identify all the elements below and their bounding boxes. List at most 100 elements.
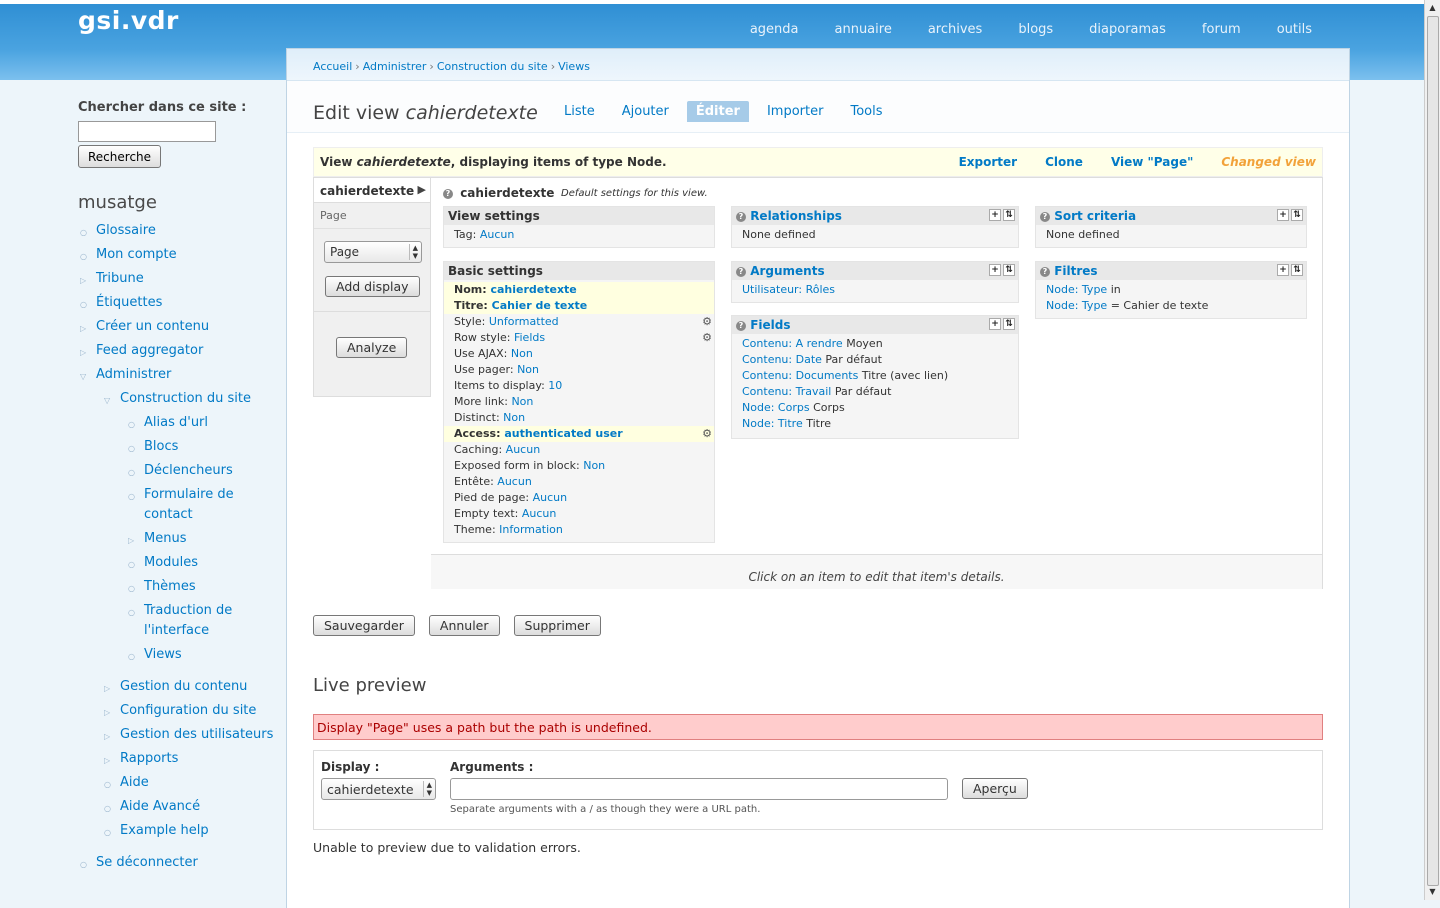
display-type-select[interactable]: Page ▲ ▼ [324, 241, 422, 263]
sidebar-item-link[interactable]: ○ Modules [126, 551, 283, 575]
fields-row[interactable]: Contenu: Documents Titre (avec lien) [732, 368, 1018, 384]
export-link[interactable]: Exporter [959, 155, 1017, 169]
setting-value-link[interactable]: Non [583, 459, 605, 472]
sidebar-item-link[interactable]: ○ Formulaire de contact [126, 483, 283, 527]
fields-field-link[interactable]: Date [796, 353, 822, 366]
search-input[interactable] [78, 121, 216, 142]
sidebar-item-link[interactable]: ○ Thèmes [126, 575, 283, 599]
fields-group-link[interactable]: Contenu: [742, 369, 792, 382]
tab-0[interactable]: Liste [555, 101, 604, 122]
sidebar-item-link[interactable]: ○ Étiquettes [78, 291, 283, 315]
sidebar-item-link[interactable]: ▷ Gestion du contenu [102, 675, 283, 699]
filters-header[interactable]: ? Filtres + ⇅ [1036, 262, 1306, 280]
filters-field-link[interactable]: Type [1082, 283, 1107, 296]
setting-value-link[interactable]: Non [517, 363, 539, 376]
tab-2[interactable]: Éditer [686, 101, 749, 122]
fields-row[interactable]: Node: Titre Titre [732, 416, 1018, 432]
sidebar-item-link[interactable]: ○ Aide [102, 771, 283, 795]
sidebar-item-link[interactable]: ○ Views [126, 643, 283, 667]
setting-value-link[interactable]: 10 [548, 379, 562, 392]
argument-link[interactable]: Utilisateur: Rôles [742, 283, 835, 296]
relationships-header[interactable]: ? Relationships + ⇅ [732, 207, 1018, 225]
add-icon[interactable]: + [989, 264, 1001, 276]
primary-link-forum[interactable]: forum [1184, 22, 1259, 37]
basic-setting-row[interactable]: Row style: Fields ⚙ [444, 330, 714, 346]
add-icon[interactable]: + [989, 209, 1001, 221]
view-settings-tag-row[interactable]: Tag: Aucun [444, 227, 714, 243]
setting-value-link[interactable]: Non [503, 411, 525, 424]
scroll-down-icon[interactable]: ▼ [1427, 886, 1438, 897]
tag-value-link[interactable]: Aucun [480, 228, 515, 241]
sidebar-item-link[interactable]: ▷ Gestion des utilisateurs [102, 723, 283, 747]
setting-value-link[interactable]: Non [511, 347, 533, 360]
tab-1[interactable]: Ajouter [613, 101, 678, 122]
fields-row[interactable]: Node: Corps Corps [732, 400, 1018, 416]
basic-setting-row[interactable]: More link: Non [444, 394, 714, 410]
fields-row[interactable]: Contenu: Travail Par défaut [732, 384, 1018, 400]
setting-value-link[interactable]: Cahier de texte [492, 299, 588, 312]
scrollbar[interactable]: ▲ ▼ [1424, 0, 1440, 900]
search-button[interactable]: Recherche [78, 145, 162, 168]
sidebar-item-link[interactable]: ▽ Administrer [78, 363, 283, 387]
clone-link[interactable]: Clone [1045, 155, 1083, 169]
preview-button[interactable]: Aperçu [962, 778, 1028, 799]
fields-row[interactable]: Contenu: Date Par défaut [732, 352, 1018, 368]
rearrange-icon[interactable]: ⇅ [1003, 264, 1015, 276]
gear-icon[interactable]: ⚙ [702, 428, 712, 440]
tab-3[interactable]: Importer [758, 101, 833, 122]
help-icon[interactable]: ? [1040, 212, 1050, 222]
help-icon[interactable]: ? [736, 321, 746, 331]
site-name[interactable]: gsi.vdr [78, 6, 179, 35]
basic-setting-row[interactable]: Exposed form in block: Non [444, 458, 714, 474]
sidebar-item-link[interactable]: ▷ Créer un contenu [78, 315, 283, 339]
setting-value-link[interactable]: Information [499, 523, 563, 536]
sidebar-item-link[interactable]: ▷ Tribune [78, 267, 283, 291]
gear-icon[interactable]: ⚙ [702, 316, 712, 328]
sidebar-item-link[interactable]: ○ Se déconnecter [78, 851, 283, 875]
fields-group-link[interactable]: Contenu: [742, 385, 792, 398]
basic-setting-row[interactable]: Items to display: 10 [444, 378, 714, 394]
basic-setting-row[interactable]: Caching: Aucun [444, 442, 714, 458]
filters-row[interactable]: Node: Type in [1036, 282, 1306, 298]
sidebar-item-link[interactable]: ○ Blocs [126, 435, 283, 459]
sidebar-item-link[interactable]: ○ Glossaire [78, 219, 283, 243]
add-icon[interactable]: + [1277, 209, 1289, 221]
delete-button[interactable]: Supprimer [513, 615, 601, 636]
fields-field-link[interactable]: Titre [778, 417, 803, 430]
setting-value-link[interactable]: authenticated user [504, 427, 622, 440]
primary-link-diaporamas[interactable]: diaporamas [1071, 22, 1184, 37]
basic-setting-row[interactable]: Style: Unformatted ⚙ [444, 314, 714, 330]
breadcrumb-link[interactable]: Accueil [313, 60, 352, 73]
sidebar-item-link[interactable]: ▷ Menus [126, 527, 283, 551]
cancel-button[interactable]: Annuler [428, 615, 500, 636]
sidebar-item-link[interactable]: ○ Example help [102, 819, 283, 843]
fields-group-link[interactable]: Contenu: [742, 353, 792, 366]
setting-value-link[interactable]: Non [511, 395, 533, 408]
rearrange-icon[interactable]: ⇅ [1291, 209, 1303, 221]
sidebar-item-link[interactable]: ▽ Construction du site [102, 387, 283, 411]
setting-value-link[interactable]: Fields [514, 331, 545, 344]
help-icon[interactable]: ? [736, 267, 746, 277]
basic-setting-row[interactable]: Use AJAX: Non [444, 346, 714, 362]
primary-link-annuaire[interactable]: annuaire [817, 22, 910, 37]
sort-criteria-header[interactable]: ? Sort criteria + ⇅ [1036, 207, 1306, 225]
help-icon[interactable]: ? [736, 212, 746, 222]
setting-value-link[interactable]: cahierdetexte [490, 283, 576, 296]
sidebar-item-link[interactable]: ▷ Feed aggregator [78, 339, 283, 363]
add-icon[interactable]: + [1277, 264, 1289, 276]
fields-field-link[interactable]: Travail [796, 385, 832, 398]
basic-setting-row[interactable]: Entête: Aucun [444, 474, 714, 490]
fields-group-link[interactable]: Node: [742, 417, 774, 430]
basic-setting-row[interactable]: Titre: Cahier de texte [444, 298, 714, 314]
fields-field-link[interactable]: A rendre [796, 337, 843, 350]
add-display-button[interactable]: Add display [325, 276, 420, 297]
basic-setting-row[interactable]: Use pager: Non [444, 362, 714, 378]
rearrange-icon[interactable]: ⇅ [1003, 318, 1015, 330]
filters-row[interactable]: Node: Type = Cahier de texte [1036, 298, 1306, 314]
fields-field-link[interactable]: Documents [796, 369, 859, 382]
scrollbar-thumb[interactable] [1427, 16, 1439, 886]
rearrange-icon[interactable]: ⇅ [1003, 209, 1015, 221]
basic-setting-row[interactable]: Theme: Information [444, 522, 714, 538]
sidebar-item-link[interactable]: ○ Traduction de l'interface [126, 599, 283, 643]
basic-setting-row[interactable]: Distinct: Non [444, 410, 714, 426]
